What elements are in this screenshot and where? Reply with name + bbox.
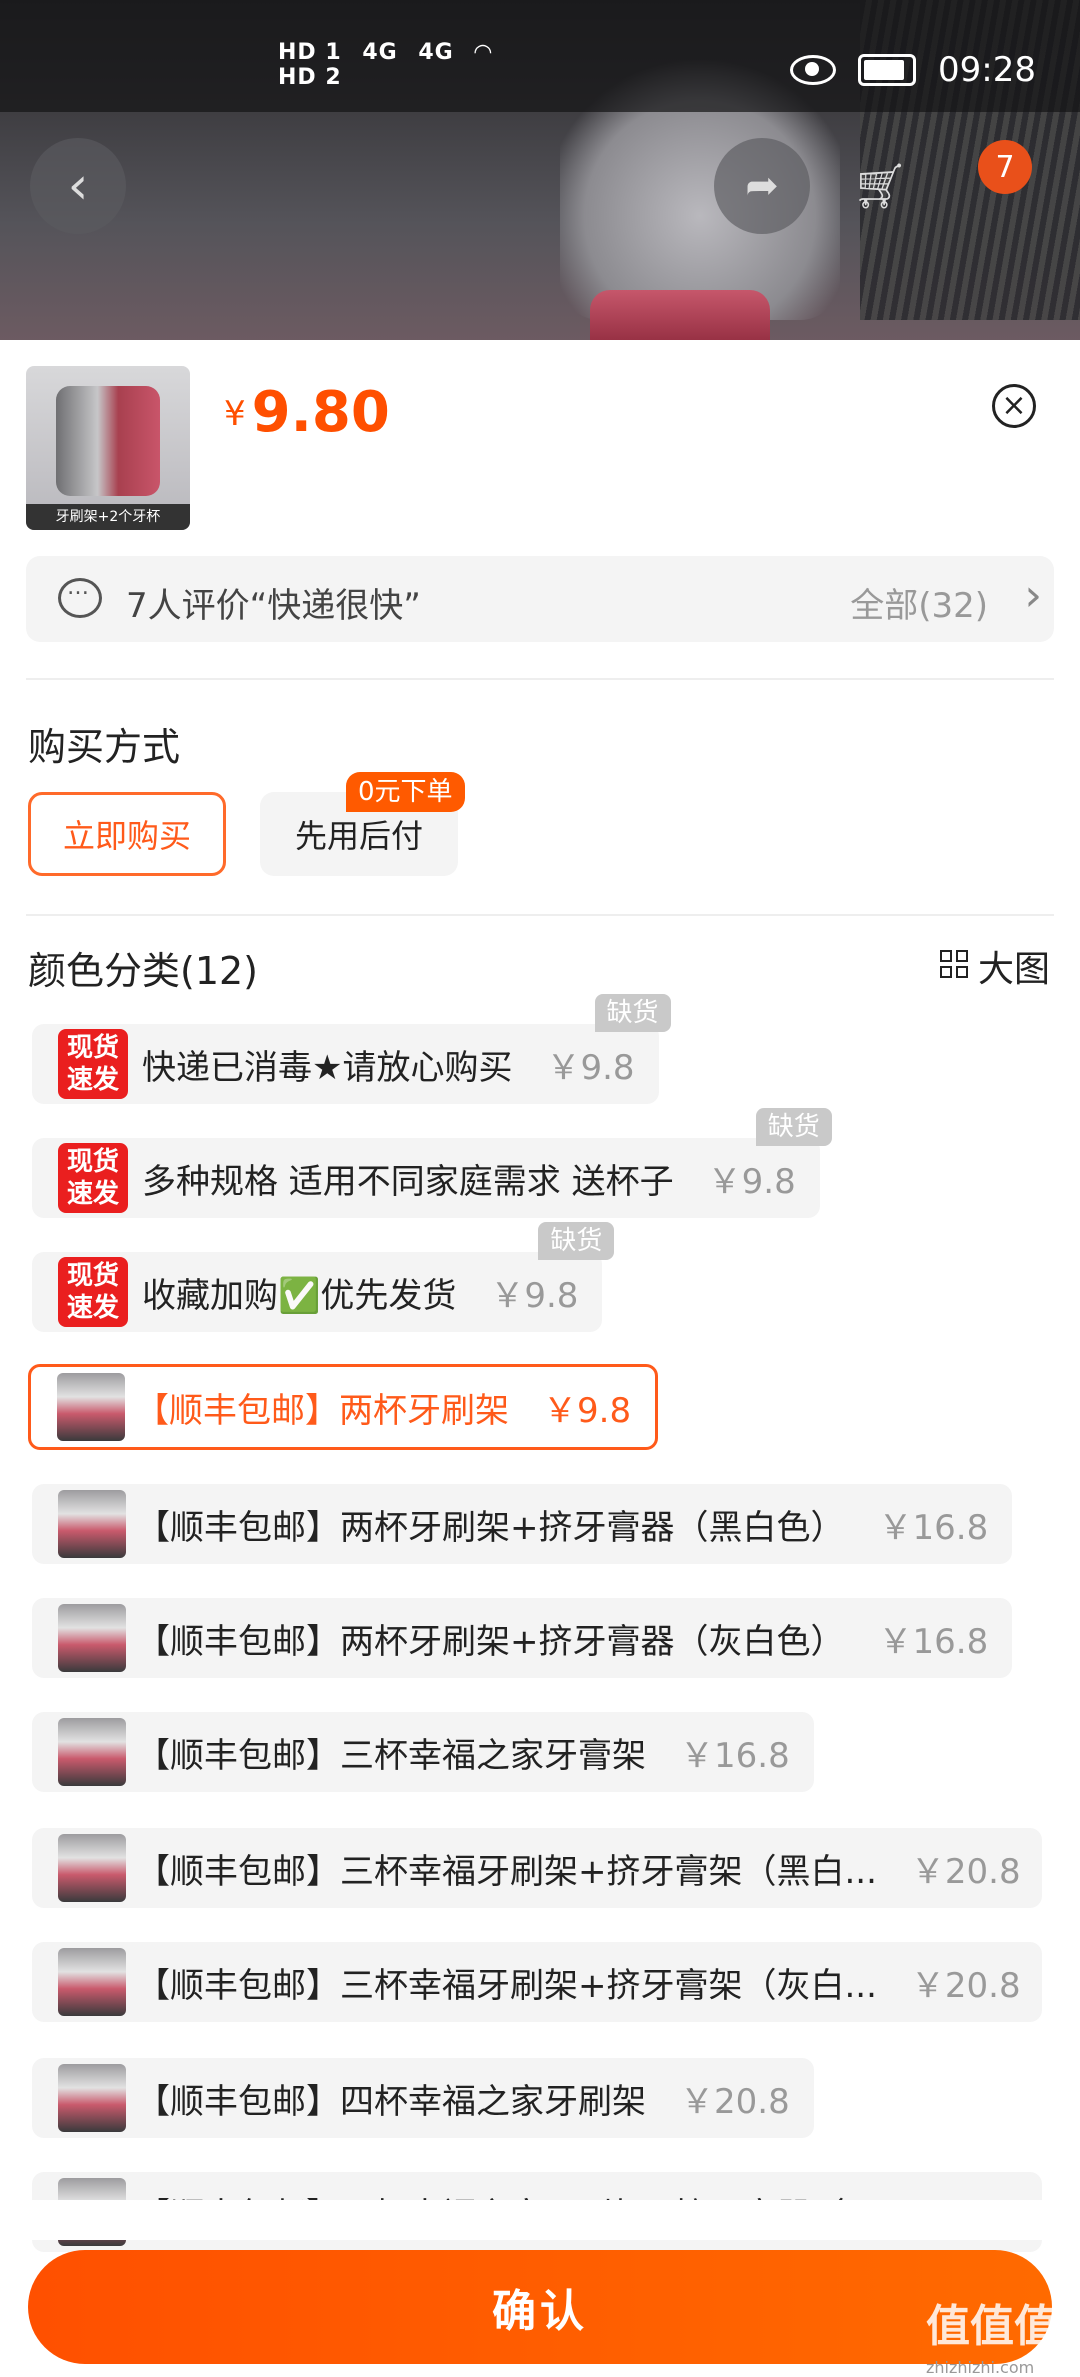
option-price: ￥16.8 bbox=[878, 1621, 989, 1662]
zero-yuan-tag: 0元下单 bbox=[346, 772, 465, 812]
product-price: ¥9.80 bbox=[224, 380, 390, 445]
status-right: 09:28 bbox=[790, 50, 1036, 90]
option-label: 【顺丰包邮】三杯幸福牙刷架+挤牙膏架（黑白... bbox=[136, 1851, 877, 1892]
network-indicators: HD 1 4G 4G ◠ HD 2 bbox=[278, 40, 504, 90]
chevron-right-icon: › bbox=[1024, 570, 1042, 621]
option-label: 收藏加购✅优先发货 bbox=[142, 1275, 457, 1316]
option-price: ￥20.8 bbox=[910, 1965, 1021, 2006]
thumbnail-caption: 牙刷架+2个牙杯 bbox=[26, 504, 190, 530]
option-label: 【顺丰包邮】三杯幸福之家牙膏架 bbox=[136, 1735, 646, 1776]
clock: 09:28 bbox=[938, 50, 1036, 90]
share-button[interactable]: ➦ bbox=[714, 138, 810, 234]
option-thumbnail bbox=[57, 1373, 125, 1441]
review-summary[interactable]: 7人评价“快递很快” 全部(32) › bbox=[26, 556, 1054, 642]
review-text: 7人评价“快递很快” bbox=[126, 586, 421, 626]
out-of-stock-tag: 缺货 bbox=[538, 1222, 615, 1260]
option-thumbnail bbox=[58, 1948, 126, 2016]
in-stock-badge: 现货 速发 bbox=[58, 1143, 128, 1213]
hd2-indicator: HD 2 bbox=[278, 65, 342, 90]
color-option[interactable]: 现货 速发 收藏加购✅优先发货 ￥9.8 缺货 bbox=[32, 1222, 615, 1332]
divider bbox=[26, 914, 1054, 916]
buy-now-option[interactable]: 立即购买 bbox=[28, 792, 226, 876]
option-price: ￥20.8 bbox=[680, 2081, 790, 2122]
price-value: 9.80 bbox=[251, 380, 390, 445]
option-label: 【顺丰包邮】两杯牙刷架+挤牙膏器（灰白色） bbox=[136, 1621, 845, 1662]
review-all-link[interactable]: 全部(32) bbox=[850, 578, 988, 627]
big-view-label: 大图 bbox=[977, 949, 1050, 990]
color-option[interactable]: 【顺丰包邮】三杯幸福牙刷架+挤牙膏架（灰白... ￥20.8 bbox=[32, 1942, 1042, 2022]
color-category-title: 颜色分类(12) bbox=[28, 949, 259, 993]
list-fade bbox=[0, 2200, 1080, 2240]
color-option[interactable]: 现货 速发 快递已消毒★请放心购买 ￥9.8 缺货 bbox=[32, 994, 671, 1104]
in-stock-badge: 现货 速发 bbox=[58, 1029, 128, 1099]
option-price: ￥9.8 bbox=[543, 1390, 632, 1431]
close-icon: × bbox=[1001, 388, 1027, 423]
share-icon: ➦ bbox=[745, 163, 779, 209]
color-option-selected[interactable]: 【顺丰包邮】两杯牙刷架 ￥9.8 bbox=[28, 1364, 659, 1450]
option-label: 快递已消毒★请放心购买 bbox=[142, 1047, 513, 1088]
grid-icon bbox=[939, 950, 972, 982]
divider bbox=[26, 678, 1054, 680]
out-of-stock-tag: 缺货 bbox=[594, 994, 671, 1032]
color-option[interactable]: 【顺丰包邮】三杯幸福之家牙膏架 ￥16.8 bbox=[32, 1712, 814, 1792]
option-thumbnail bbox=[58, 1718, 126, 1786]
option-price: ￥9.8 bbox=[707, 1161, 796, 1202]
option-price: ￥9.8 bbox=[490, 1275, 579, 1316]
color-option[interactable]: 【顺丰包邮】两杯牙刷架+挤牙膏器（灰白色） ￥16.8 bbox=[32, 1598, 1013, 1678]
option-label: 【顺丰包邮】四杯幸福之家牙刷架 bbox=[136, 2081, 646, 2122]
color-option[interactable]: 现货 速发 多种规格 适用不同家庭需求 送杯子 ￥9.8 缺货 bbox=[32, 1108, 832, 1218]
signal-icon: 4G bbox=[362, 40, 398, 65]
color-option[interactable]: 【顺丰包邮】三杯幸福牙刷架+挤牙膏架（黑白... ￥20.8 bbox=[32, 1828, 1042, 1908]
option-thumbnail bbox=[58, 1834, 126, 1902]
option-thumbnail bbox=[58, 1604, 126, 1672]
back-button[interactable]: ‹ bbox=[30, 138, 126, 234]
color-option[interactable]: 【顺丰包邮】两杯牙刷架+挤牙膏器（黑白色） ￥16.8 bbox=[32, 1484, 1013, 1564]
option-label: 【顺丰包邮】两杯牙刷架+挤牙膏器（黑白色） bbox=[136, 1507, 845, 1548]
watermark: 值值值 zhizhizhi.com bbox=[926, 2301, 1058, 2377]
option-price: ￥20.8 bbox=[910, 1851, 1021, 1892]
purchase-method-title: 购买方式 bbox=[28, 725, 181, 769]
hd1-indicator: HD 1 bbox=[278, 40, 342, 65]
close-button[interactable]: × bbox=[992, 384, 1036, 428]
signal-icon-2: 4G bbox=[418, 40, 454, 65]
option-label: 【顺丰包邮】三杯幸福牙刷架+挤牙膏架（灰白... bbox=[136, 1965, 877, 2006]
cart-icon: 🛒︎ bbox=[852, 161, 908, 212]
option-price: ￥16.8 bbox=[878, 1507, 989, 1548]
color-option[interactable]: 【顺丰包邮】四杯幸福之家牙刷架 ￥20.8 bbox=[32, 2058, 814, 2138]
battery-icon bbox=[858, 54, 917, 86]
in-stock-badge: 现货 速发 bbox=[58, 1257, 128, 1327]
eye-icon bbox=[790, 55, 837, 85]
chat-icon bbox=[58, 575, 102, 618]
out-of-stock-tag: 缺货 bbox=[755, 1108, 832, 1146]
chevron-left-icon: ‹ bbox=[67, 156, 89, 216]
cart-count-badge: 7 bbox=[978, 140, 1032, 194]
option-label: 多种规格 适用不同家庭需求 送杯子 bbox=[142, 1161, 674, 1202]
wifi-icon: ◠ bbox=[474, 40, 493, 65]
option-thumbnail bbox=[58, 2064, 126, 2132]
product-image bbox=[56, 386, 160, 496]
status-bar: HD 1 4G 4G ◠ HD 2 09:28 bbox=[0, 0, 1080, 112]
cart-button[interactable]: 🛒︎ bbox=[832, 138, 928, 234]
product-thumbnail[interactable]: 牙刷架+2个牙杯 bbox=[26, 366, 190, 530]
currency-symbol: ¥ bbox=[224, 394, 246, 434]
option-price: ￥16.8 bbox=[680, 1735, 790, 1776]
big-view-toggle[interactable]: 大图 bbox=[939, 940, 1050, 992]
option-label: 【顺丰包邮】两杯牙刷架 bbox=[135, 1390, 509, 1431]
option-price: ￥9.8 bbox=[546, 1047, 635, 1088]
confirm-button[interactable]: 确认 bbox=[28, 2250, 1052, 2364]
option-thumbnail bbox=[58, 1490, 126, 1558]
